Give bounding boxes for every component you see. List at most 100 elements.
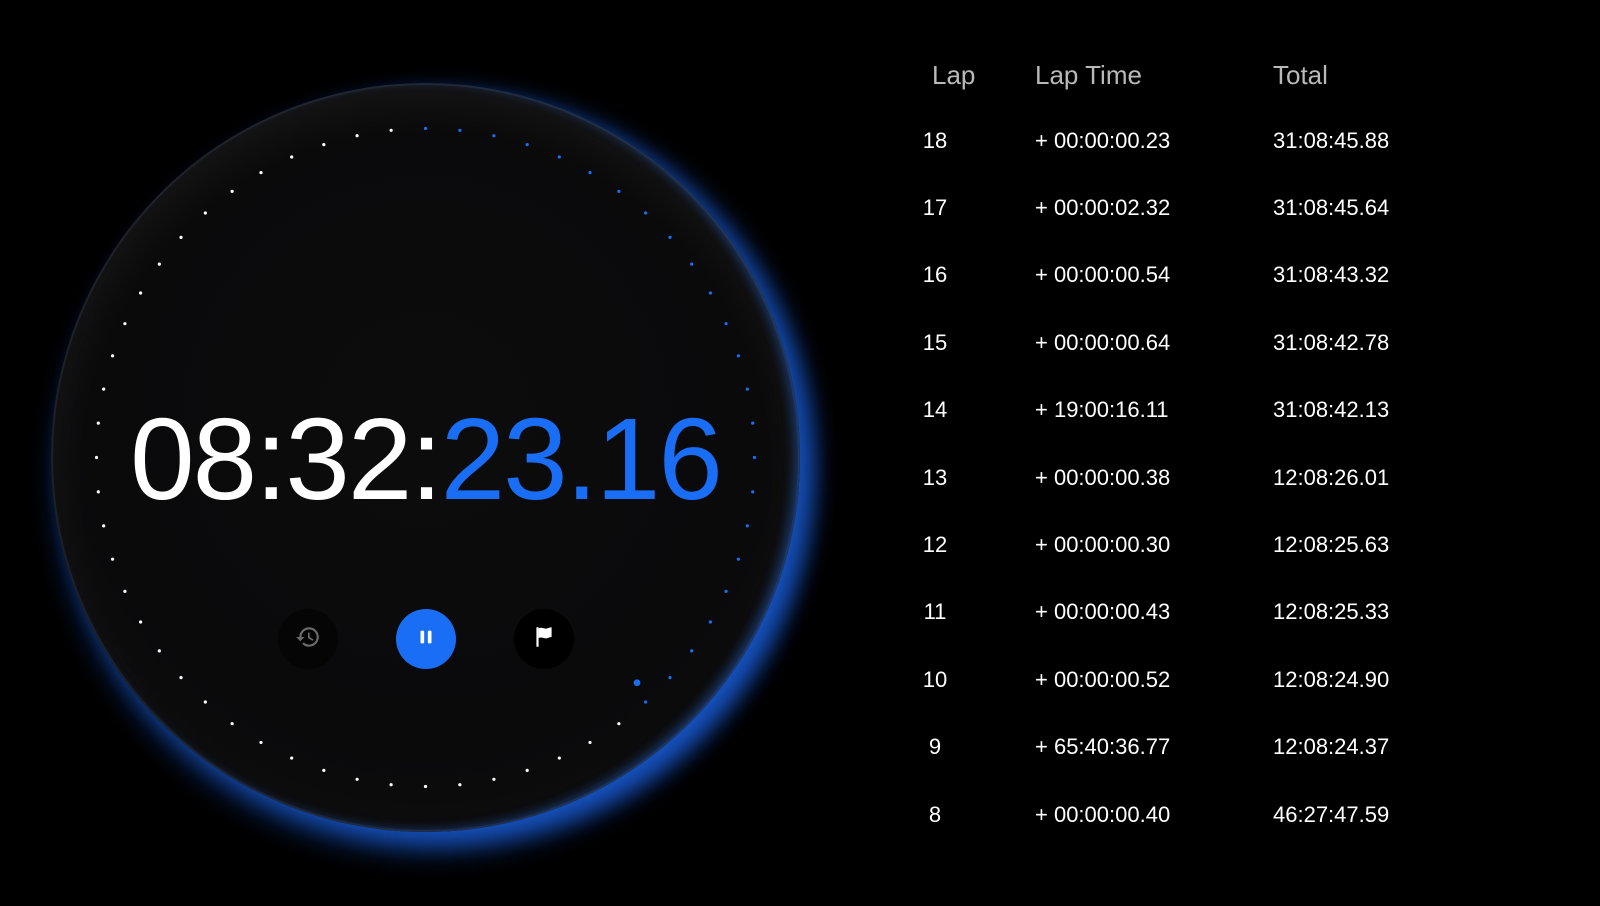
progress-tick [203,211,207,215]
lap-time: + 00:00:00.52 [1035,666,1171,692]
lap-row: 9 + 65:40:36.77 12:08:24.37 [880,714,1520,781]
progress-tick-active [708,291,713,295]
progress-tick-active [724,322,728,326]
progress-tick [111,354,115,358]
progress-tick-active [492,134,496,138]
pause-button[interactable] [395,609,456,669]
lap-number: 12 [922,532,948,558]
progress-tick [111,557,115,561]
lap-total: 12:08:24.90 [1273,666,1390,692]
header-total: Total [1273,59,1328,90]
lap-number: 11 [923,599,947,625]
elapsed-time-seconds: 23.16 [440,394,723,524]
lap-time: + 00:00:00.23 [1035,127,1171,153]
progress-tick [179,676,183,680]
progress-tick [230,189,234,193]
lap-total: 12:08:24.37 [1273,734,1390,760]
lap-total: 31:08:45.88 [1273,127,1390,153]
progress-tick-active [745,387,749,391]
lap-row: 8 + 00:00:00.40 46:27:47.59 [880,781,1520,848]
progress-tick-active [724,589,728,593]
header-lap: Lap [932,59,976,90]
lap-total: 31:08:43.32 [1273,262,1390,288]
lap-time: + 19:00:16.11 [1035,397,1169,423]
header-lap-time: Lap Time [1035,59,1142,90]
progress-tick-active [644,700,648,704]
lap-row: 14 + 19:00:16.11 31:08:42.13 [880,377,1520,444]
progress-tick-active [423,126,428,131]
progress-tick [557,756,561,760]
progress-tick [203,700,207,704]
lap-row: 11 + 00:00:00.43 12:08:25.33 [880,579,1520,646]
elapsed-time: 08:32:23.16 [51,401,800,517]
progress-tick [230,722,234,726]
lap-number: 18 [922,127,948,153]
progress-tick-active [557,155,561,159]
lap-time: + 00:00:02.32 [1035,195,1171,221]
stopwatch-controls [51,609,800,669]
lap-total: 46:27:47.59 [1273,801,1390,827]
progress-tick [423,784,428,789]
lap-row: 15 + 00:00:00.64 31:08:42.78 [880,309,1520,376]
progress-tick-active [644,211,648,215]
progress-tick [123,589,127,593]
progress-marker [633,679,641,687]
lap-row: 17 + 00:00:02.32 31:08:45.64 [880,174,1520,241]
stopwatch-screen: 08:32:23.16 Lap Lap Time Total 18 + 00:0… [0,0,1600,906]
progress-tick-active [745,524,749,528]
progress-tick [138,291,143,295]
progress-tick-active [525,143,529,147]
lap-number: 10 [922,666,948,692]
flag-icon [531,624,557,655]
lap-table: Lap Lap Time Total 18 + 00:00:00.23 31:08:… [880,52,1520,848]
progress-tick-active [736,557,741,561]
lap-time: + 65:40:36.77 [1035,734,1171,760]
progress-tick [458,783,462,787]
progress-tick-active [668,235,672,239]
lap-total: 31:08:45.64 [1273,195,1390,221]
progress-tick [389,783,393,787]
progress-tick-active [690,262,694,266]
history-icon [295,624,321,655]
lap-total: 12:08:25.63 [1273,532,1390,558]
lap-button[interactable] [513,609,574,669]
progress-tick [102,524,106,528]
lap-total: 12:08:25.33 [1273,599,1390,625]
progress-tick [157,262,161,266]
elapsed-time-hours-minutes: 08:32: [130,394,443,524]
lap-table-header: Lap Lap Time Total [880,52,1520,98]
progress-tick-active [458,128,462,132]
progress-tick [588,740,592,745]
progress-tick [355,134,359,138]
lap-number: 9 [928,734,942,760]
lap-time: + 00:00:00.30 [1035,532,1171,558]
lap-time: + 00:00:00.38 [1035,464,1171,490]
stopwatch-dial: 08:32:23.16 [51,83,800,832]
progress-tick [355,777,359,781]
progress-tick [492,777,496,781]
history-button[interactable] [277,609,338,669]
lap-total: 31:08:42.13 [1273,397,1390,423]
progress-tick [102,387,106,391]
lap-number: 13 [922,464,948,490]
progress-tick-active [588,170,592,175]
lap-time: + 00:00:00.43 [1035,599,1171,625]
lap-rows: 18 + 00:00:00.23 31:08:45.88 17 + 00:00:02.3… [880,107,1520,848]
lap-row: 12 + 00:00:00.30 12:08:25.63 [880,511,1520,578]
progress-tick [123,322,127,326]
pause-icon [415,626,437,653]
progress-tick [290,155,294,159]
progress-tick [322,768,326,773]
progress-tick [617,722,621,726]
progress-tick [179,235,183,239]
lap-row: 16 + 00:00:00.54 31:08:43.32 [880,242,1520,309]
lap-row: 10 + 00:00:00.52 12:08:24.90 [880,646,1520,713]
progress-tick [259,740,263,745]
progress-tick [290,756,294,760]
progress-tick [259,170,263,175]
progress-tick-active [668,676,672,680]
lap-total: 12:08:26.01 [1273,464,1390,490]
lap-number: 16 [922,262,948,288]
lap-time: + 00:00:00.54 [1035,262,1171,288]
lap-number: 14 [922,397,948,423]
